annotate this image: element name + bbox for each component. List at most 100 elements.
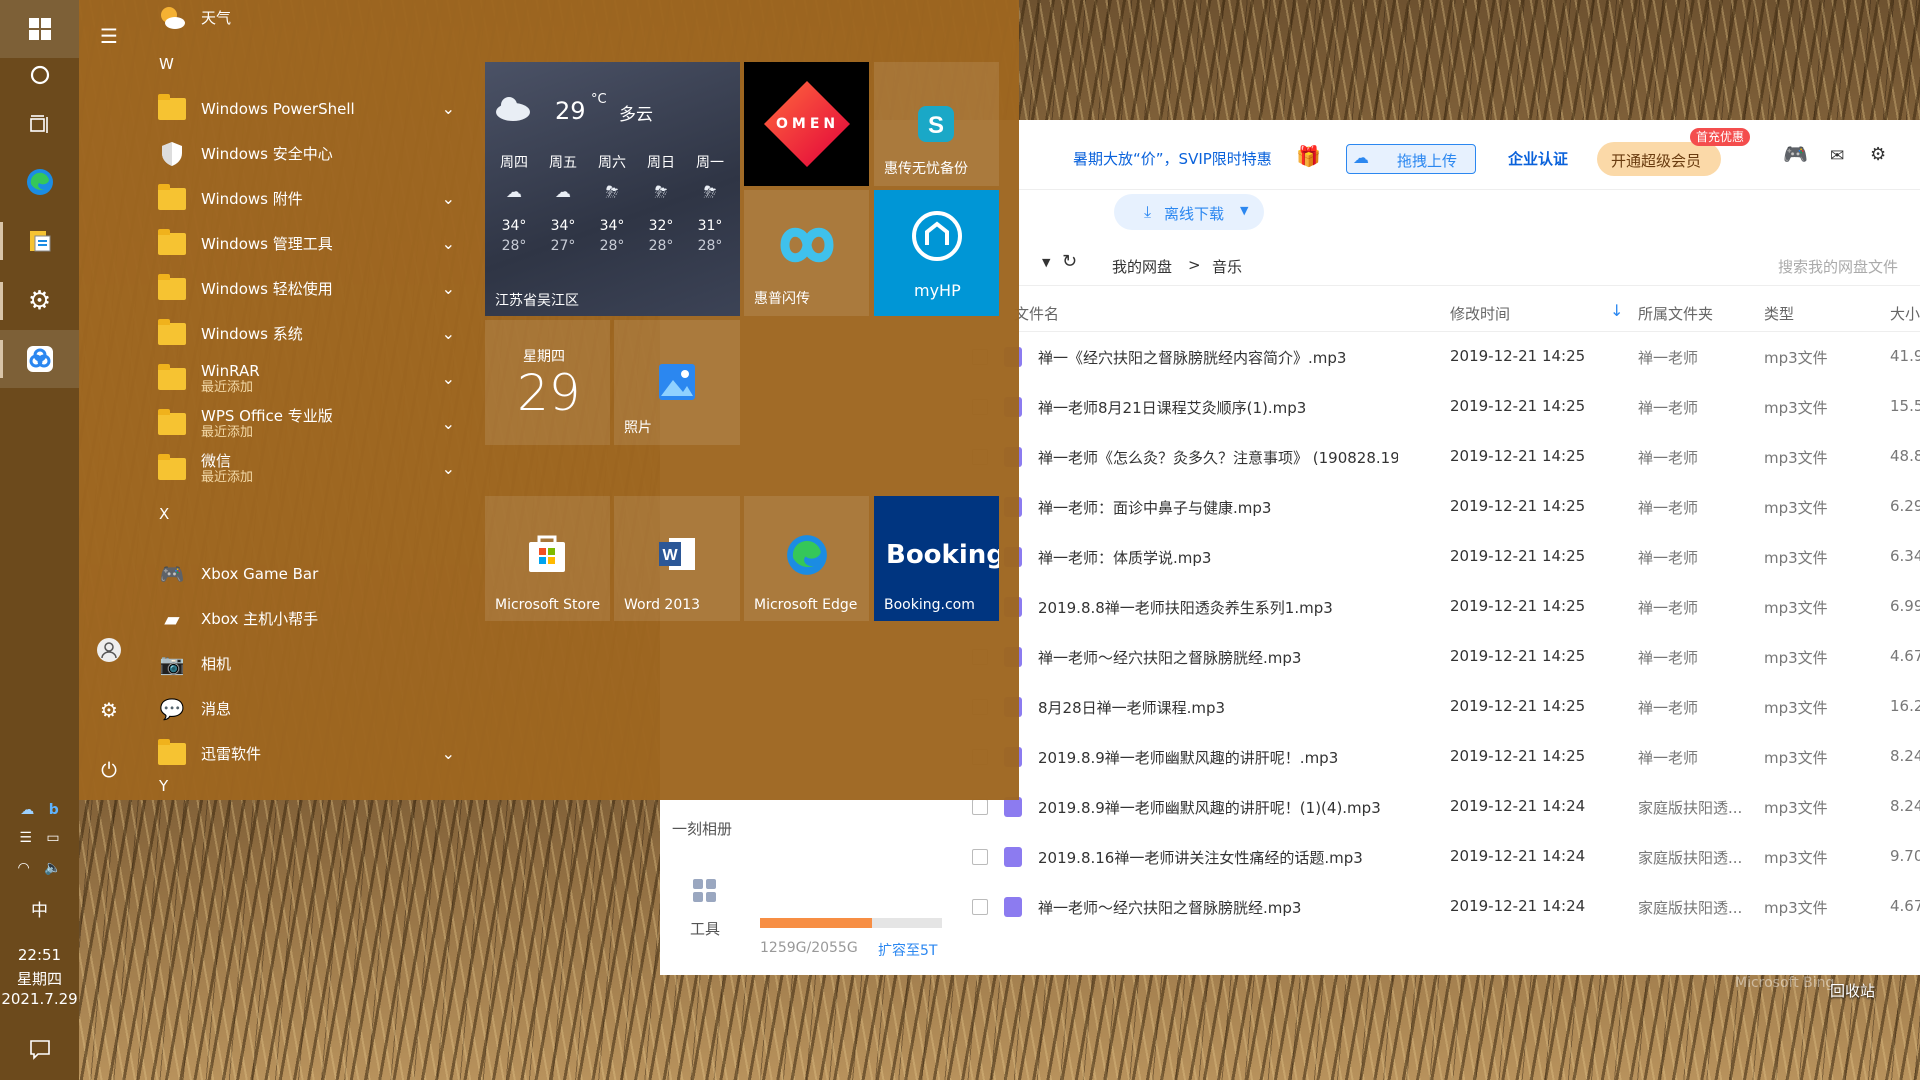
- search-input[interactable]: 搜索我的网盘文件: [1778, 256, 1898, 277]
- recycle-bin-label[interactable]: 回收站: [1830, 980, 1875, 1001]
- chevron-down-icon[interactable]: ⌄: [442, 459, 455, 478]
- offline-download-button[interactable]: ⤓ 离线下载 ▼: [1114, 194, 1264, 230]
- clock-time[interactable]: 22:51: [0, 946, 79, 964]
- photos-tile[interactable]: 照片: [614, 320, 740, 445]
- game-icon[interactable]: 🎮: [1783, 142, 1808, 166]
- chevron-down-icon[interactable]: ⌄: [442, 279, 455, 298]
- sort-arrow-icon[interactable]: ↓: [1610, 301, 1623, 320]
- hp-backup-tile[interactable]: S 惠传无忧备份: [874, 62, 999, 186]
- baidu-tray-icon[interactable]: ☁: [20, 802, 34, 818]
- user-account-button[interactable]: [79, 630, 139, 670]
- chevron-down-icon[interactable]: ⌄: [442, 744, 455, 763]
- app-item[interactable]: WPS Office 专业版 最近添加 ⌄: [139, 401, 469, 446]
- settings-taskbar-button[interactable]: ⚙: [0, 272, 79, 330]
- app-item[interactable]: ▰ Xbox 主机小帮手: [139, 596, 469, 641]
- column-header-folder[interactable]: 所属文件夹: [1638, 303, 1713, 324]
- wifi-icon[interactable]: ◠: [17, 860, 29, 876]
- app-item[interactable]: 💬 消息: [139, 686, 469, 731]
- refresh-icon[interactable]: ↻: [1062, 251, 1077, 272]
- word-tile[interactable]: W Word 2013: [614, 496, 740, 621]
- column-header-type[interactable]: 类型: [1764, 303, 1794, 324]
- file-type: mp3文件: [1764, 549, 1828, 567]
- file-name[interactable]: 禅一老师8月21日课程艾灸顺序(1).mp3: [1038, 397, 1398, 418]
- drag-upload-button[interactable]: ☁ 拖拽上传: [1346, 144, 1476, 174]
- bing-tray-icon[interactable]: b: [49, 802, 59, 818]
- promo-link[interactable]: 暑期大放“价”，SVIP限时特惠: [1073, 148, 1272, 169]
- chevron-down-icon[interactable]: ⌄: [442, 324, 455, 343]
- edge-tile[interactable]: Microsoft Edge: [744, 496, 869, 621]
- section-letter-x[interactable]: X: [159, 505, 169, 523]
- file-name[interactable]: 禅一《经穴扶阳之督脉膀胱经内容简介》.mp3: [1038, 347, 1398, 368]
- file-name[interactable]: 2019.8.9禅一老师幽默风趣的讲肝呢！.mp3: [1038, 747, 1398, 768]
- nav-dropdown-icon[interactable]: ▼: [1042, 256, 1050, 269]
- edge-taskbar-button[interactable]: [0, 153, 79, 211]
- chevron-down-icon[interactable]: ⌄: [442, 99, 455, 118]
- section-letter-y[interactable]: Y: [159, 777, 168, 795]
- app-item[interactable]: Windows 管理工具 ⌄: [139, 221, 469, 266]
- file-name[interactable]: 禅一老师：体质学说.mp3: [1038, 547, 1398, 568]
- store-tile[interactable]: Microsoft Store: [485, 496, 610, 621]
- chevron-down-icon[interactable]: ⌄: [442, 414, 455, 433]
- ime-indicator[interactable]: 中: [0, 896, 79, 921]
- app-item[interactable]: Windows PowerShell ⌄: [139, 86, 469, 131]
- column-header-name[interactable]: 文件名: [1014, 303, 1059, 324]
- chevron-down-icon[interactable]: ⌄: [442, 189, 455, 208]
- app-item[interactable]: WinRAR 最近添加 ⌄: [139, 356, 469, 401]
- expand-storage-link[interactable]: 扩容至5T: [878, 940, 937, 960]
- task-view-button[interactable]: [0, 96, 79, 154]
- file-name[interactable]: 禅一老师～经穴扶阳之督脉膀胱经.mp3: [1038, 897, 1398, 918]
- chevron-down-icon[interactable]: ⌄: [442, 369, 455, 388]
- column-header-size[interactable]: 大小: [1890, 303, 1920, 324]
- breadcrumb-root[interactable]: 我的网盘: [1112, 256, 1172, 277]
- app-item[interactable]: 微信 最近添加 ⌄: [139, 446, 469, 491]
- booking-tile[interactable]: Booking Booking.com: [874, 496, 999, 621]
- battery-icon[interactable]: ▭: [46, 830, 59, 846]
- row-checkbox[interactable]: [972, 799, 988, 815]
- row-checkbox[interactable]: [972, 849, 988, 865]
- start-settings-button[interactable]: ⚙: [79, 690, 139, 730]
- app-item-weather[interactable]: 天气: [139, 0, 469, 40]
- omen-tile[interactable]: OMEN: [744, 62, 869, 186]
- table-row[interactable]: 2019.8.16禅一老师讲关注女性痛经的话题.mp3 2019-12-21 14…: [660, 832, 1920, 882]
- notes-tray-icon[interactable]: ☰: [19, 830, 32, 846]
- hamburger-menu-icon[interactable]: ☰: [79, 16, 139, 56]
- column-header-modified[interactable]: 修改时间: [1450, 303, 1510, 324]
- app-item[interactable]: Windows 附件 ⌄: [139, 176, 469, 221]
- file-name[interactable]: 禅一老师：面诊中鼻子与健康.mp3: [1038, 497, 1398, 518]
- weather-tile[interactable]: 29 °C 多云 周四 ☁ 34° 28° 周五 ☁ 34° 27° 周六 ⛈ 34° 28° 周日 ⛈ 3…: [485, 62, 740, 316]
- app-item[interactable]: Windows 安全中心: [139, 131, 469, 176]
- gear-icon[interactable]: ⚙: [1870, 144, 1886, 165]
- row-checkbox[interactable]: [972, 899, 988, 915]
- calendar-tile[interactable]: 星期四 29: [485, 320, 610, 445]
- baidu-netdisk-taskbar-button[interactable]: [0, 330, 79, 388]
- volume-icon[interactable]: 🔈: [44, 860, 61, 876]
- file-name[interactable]: 2019.8.8禅一老师扶阳透灸养生系列1.mp3: [1038, 597, 1398, 618]
- tools-icon[interactable]: [692, 878, 718, 904]
- app-item[interactable]: 迅雷软件 ⌄: [139, 731, 469, 776]
- clock-day[interactable]: 星期四: [0, 968, 79, 989]
- chevron-down-icon[interactable]: ⌄: [442, 234, 455, 253]
- vip-button[interactable]: 开通超级会员: [1597, 142, 1721, 176]
- power-button[interactable]: ⏻: [79, 750, 139, 790]
- hp-flash-tile[interactable]: 惠普闪传: [744, 190, 869, 316]
- mail-icon[interactable]: ✉: [1830, 146, 1844, 166]
- file-name[interactable]: 禅一老师《怎么灸？灸多久？注意事项》 (190828.1939)....: [1038, 447, 1398, 468]
- file-explorer-button[interactable]: [0, 212, 79, 270]
- app-item[interactable]: 🎮 Xbox Game Bar: [139, 551, 469, 596]
- app-item[interactable]: Windows 系统 ⌄: [139, 311, 469, 356]
- section-letter-w[interactable]: W: [159, 55, 174, 73]
- enterprise-link[interactable]: 企业认证: [1508, 148, 1568, 169]
- myhp-tile[interactable]: myHP: [874, 190, 999, 316]
- gift-icon[interactable]: 🎁: [1296, 144, 1321, 168]
- file-name[interactable]: 8月28日禅一老师课程.mp3: [1038, 697, 1398, 718]
- file-name[interactable]: 禅一老师～经穴扶阳之督脉膀胱经.mp3: [1038, 647, 1398, 668]
- action-center-button[interactable]: [0, 1022, 79, 1076]
- file-name[interactable]: 2019.8.16禅一老师讲关注女性痛经的话题.mp3: [1038, 847, 1398, 868]
- breadcrumb-current[interactable]: 音乐: [1212, 256, 1242, 277]
- sidebar-tools[interactable]: 工具: [690, 918, 720, 939]
- file-name[interactable]: 2019.8.9禅一老师幽默风趣的讲肝呢！(1)(4).mp3: [1038, 797, 1398, 818]
- clock-date[interactable]: 2021.7.29: [0, 990, 79, 1008]
- sidebar-album[interactable]: 一刻相册: [672, 818, 732, 839]
- app-item[interactable]: Windows 轻松使用 ⌄: [139, 266, 469, 311]
- app-item[interactable]: 📷 相机: [139, 641, 469, 686]
